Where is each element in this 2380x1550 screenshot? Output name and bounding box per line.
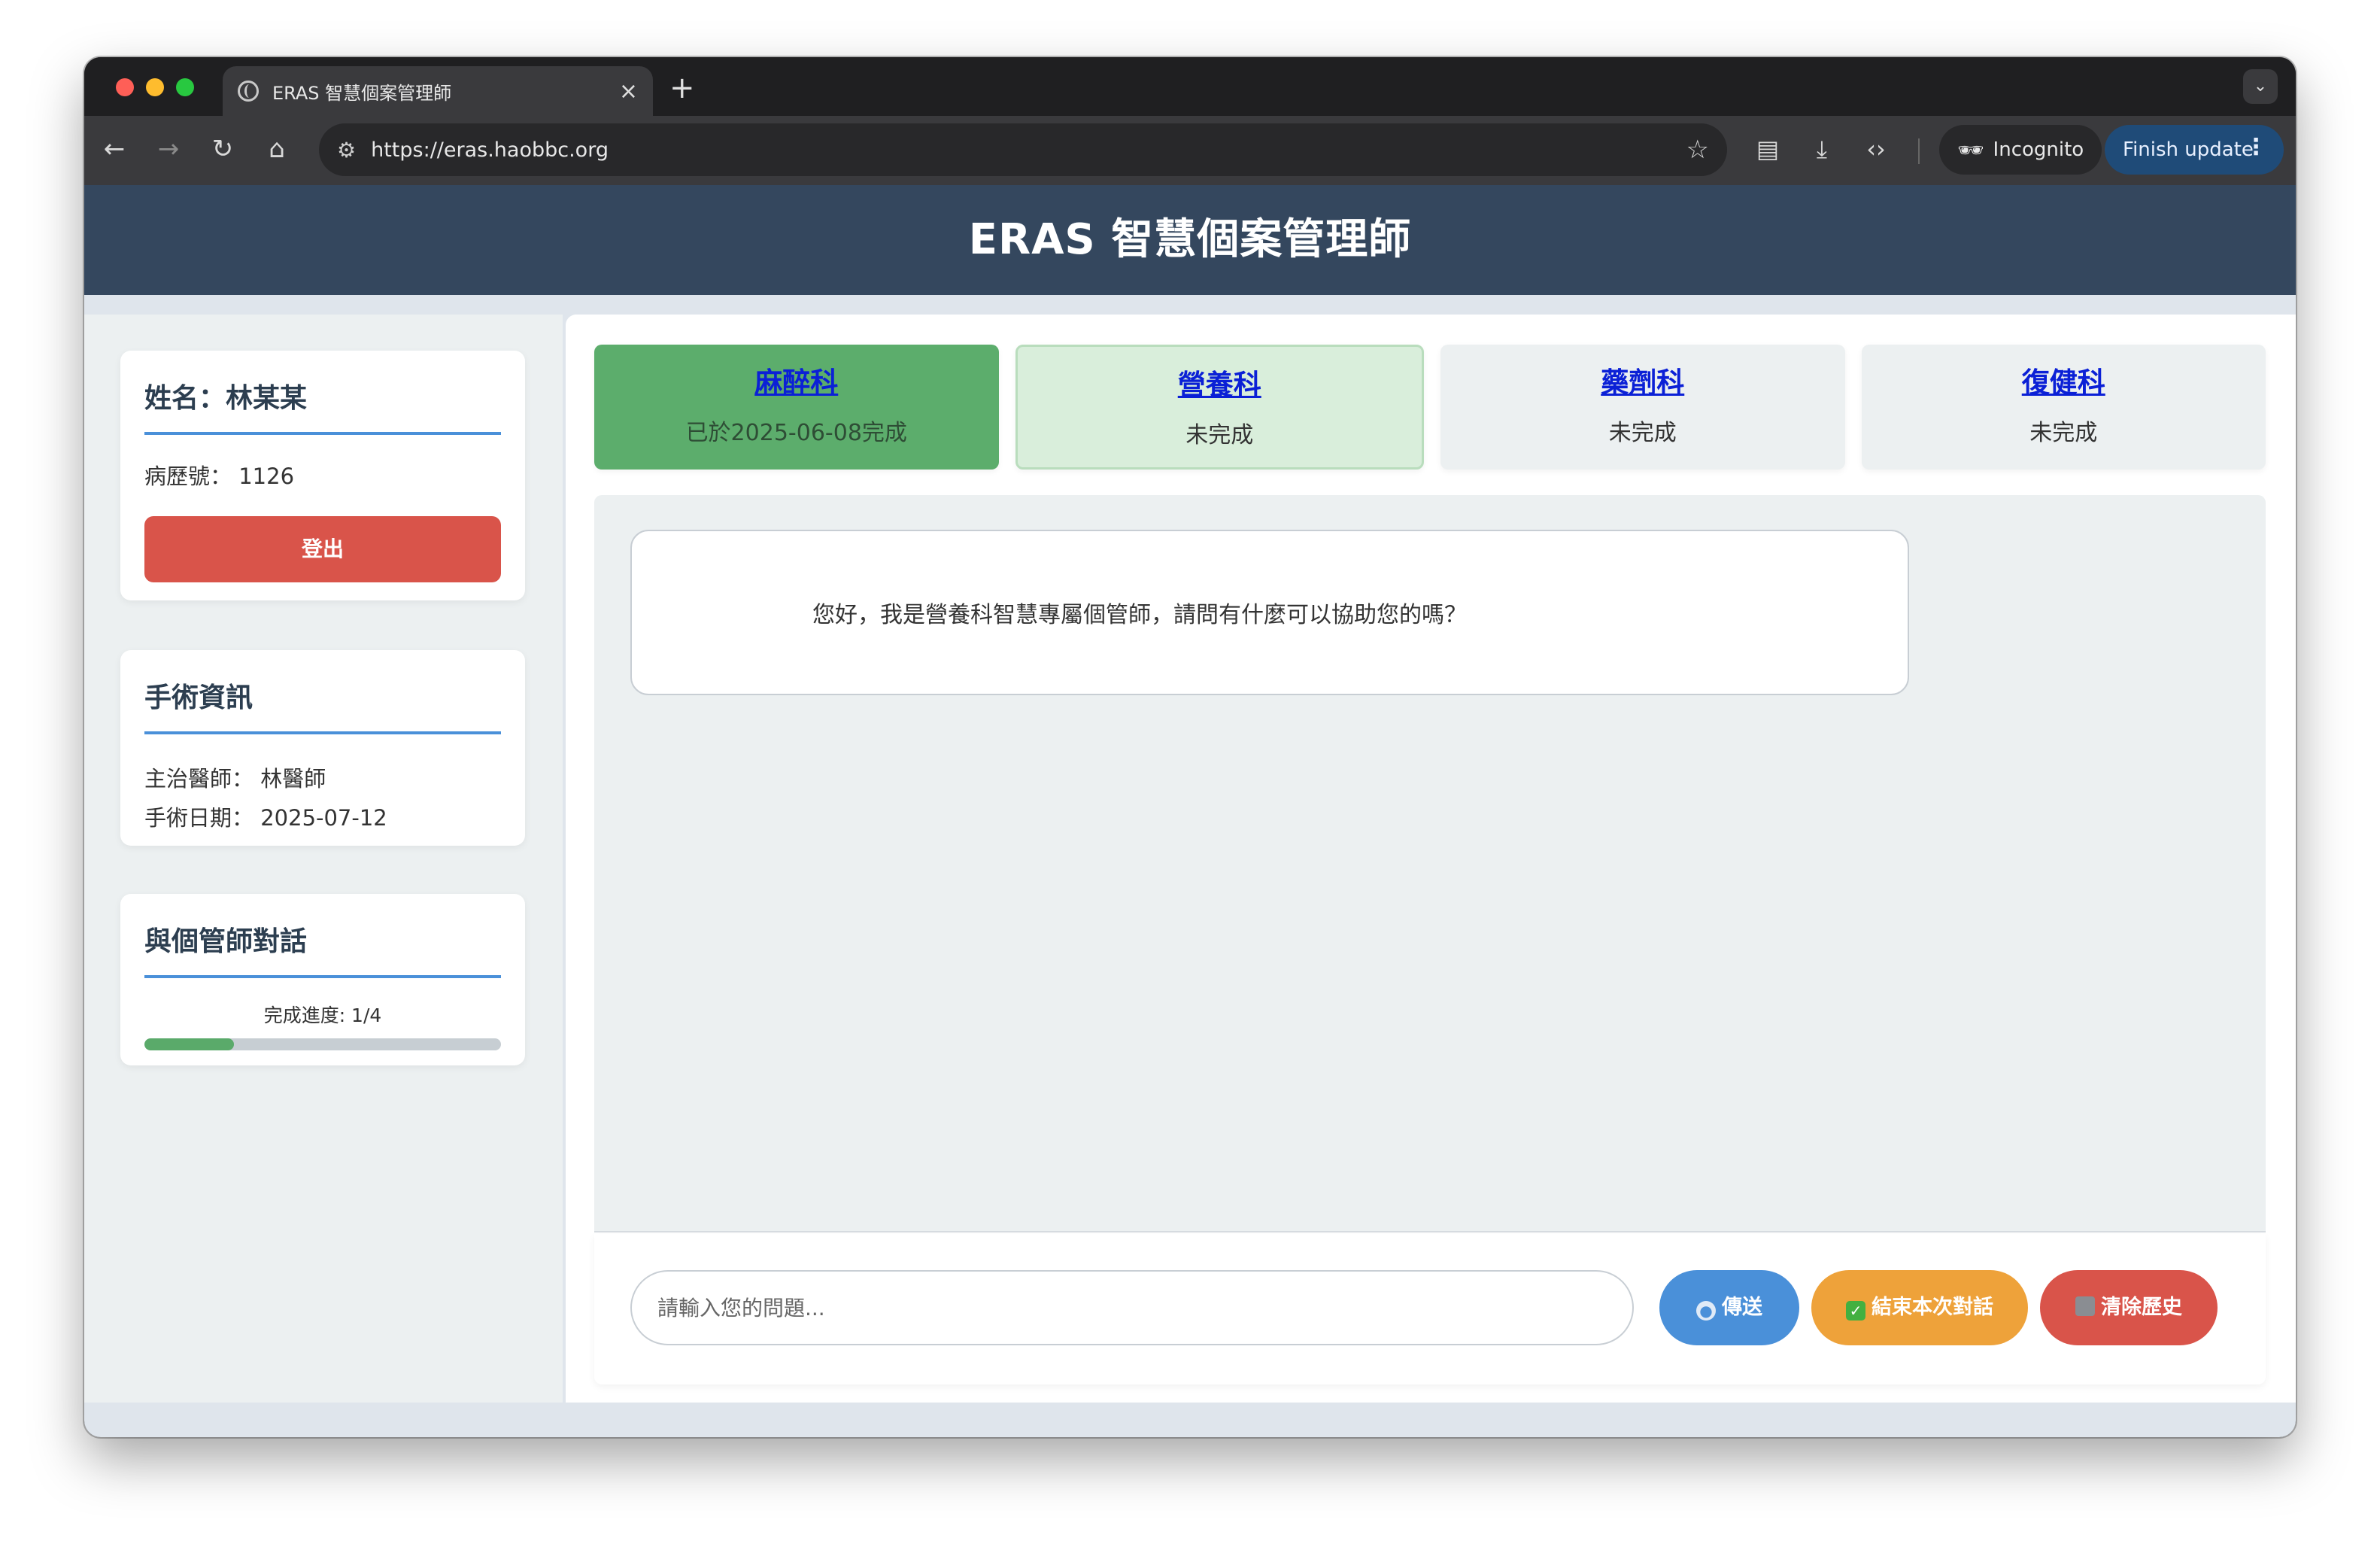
zoom-window-button[interactable] (176, 78, 194, 96)
minimize-window-button[interactable] (146, 78, 164, 96)
devtools-icon[interactable]: ‹› (1858, 131, 1894, 167)
page: ERAS 智慧個案管理師 姓名：林某某 病歷號： 1126 登出 手術資訊 主治… (84, 185, 2296, 1437)
end-conversation-label: 結束本次對話 (1872, 1296, 1993, 1319)
department-tabs: 麻醉科 已於2025-06-08完成 營養科 未完成 藥劑科 未完成 復健科 未… (594, 345, 2266, 470)
department-link[interactable]: 藥劑科 (1440, 360, 1845, 400)
star-icon[interactable]: ☆ (1686, 135, 1709, 165)
chat-input-bar: ● 傳送 ✓ 結束本次對話 清除歷史 (594, 1234, 2266, 1384)
more-icon: ⋮ (2245, 134, 2267, 160)
toolbar-divider (1918, 138, 1920, 164)
main-panel: 麻醉科 已於2025-06-08完成 營養科 未完成 藥劑科 未完成 復健科 未… (566, 315, 2296, 1403)
conversation-title: 與個管師對話 (144, 919, 501, 978)
close-tab-icon[interactable]: × (619, 78, 638, 105)
browser-window: ERAS 智慧個案管理師 × + ⌄ ← → ↻ ⌂ ⚙ https://era… (84, 57, 2296, 1437)
tune-icon[interactable]: ⚙ (337, 138, 356, 163)
tab-department-anesthesia[interactable]: 麻醉科 已於2025-06-08完成 (594, 345, 999, 470)
department-link[interactable]: 麻醉科 (594, 360, 999, 400)
progress-label: 完成進度: 1/4 (263, 1004, 382, 1026)
browser-toolbar: ← → ↻ ⌂ ⚙ https://eras.haobbc.org ☆ ▤ ⤓ … (84, 116, 2296, 185)
address-bar[interactable]: ⚙ https://eras.haobbc.org ☆ (319, 123, 1727, 176)
progress-fill (144, 1038, 234, 1050)
attending-doctor: 主治醫師： 林醫師 (144, 766, 326, 792)
tab-search-button[interactable]: ⌄ (2243, 69, 2278, 104)
trash-icon (2075, 1296, 2095, 1316)
department-status: 未完成 (1608, 420, 1677, 446)
assistant-message: 您好，我是營養科智慧專屬個管師，請問有什麼可以協助您的嗎？ (630, 530, 1909, 695)
finish-update-button[interactable]: Finish update ⋮ (2105, 125, 2284, 175)
department-status: 未完成 (1185, 422, 1254, 448)
reload-icon[interactable]: ↻ (205, 131, 241, 167)
tab-strip: ERAS 智慧個案管理師 × + ⌄ (84, 57, 2296, 116)
reading-list-icon[interactable]: ▤ (1750, 131, 1786, 167)
medical-record-number: 病歷號： 1126 (144, 463, 295, 489)
tab-department-rehabilitation[interactable]: 復健科 未完成 (1861, 345, 2266, 470)
progress-bar (144, 1038, 501, 1050)
app-header: ERAS 智慧個案管理師 (84, 185, 2296, 295)
finish-update-label: Finish update (2123, 138, 2254, 161)
clear-history-button[interactable]: 清除歷史 (2040, 1270, 2218, 1345)
page-title: ERAS 智慧個案管理師 (968, 215, 1412, 264)
chat-bubble-icon: ● (1696, 1301, 1716, 1321)
sidebar: 姓名：林某某 病歷號： 1126 登出 手術資訊 主治醫師： 林醫師 手術日期：… (84, 315, 563, 1403)
forward-icon[interactable]: → (150, 131, 187, 167)
incognito-icon: 🕶 (1957, 137, 1984, 163)
conversation-card: 與個管師對話 完成進度: 1/4 (120, 894, 525, 1065)
url-text[interactable]: https://eras.haobbc.org (371, 138, 1686, 162)
surgery-date: 手術日期： 2025-07-12 (144, 805, 387, 831)
download-icon[interactable]: ⤓ (1804, 131, 1840, 167)
department-status: 已於2025-06-08完成 (685, 420, 907, 446)
send-label: 傳送 (1722, 1296, 1762, 1319)
clear-history-label: 清除歷史 (2101, 1296, 2182, 1319)
department-link[interactable]: 營養科 (1018, 362, 1422, 403)
home-icon[interactable]: ⌂ (259, 131, 295, 167)
surgery-info-title: 手術資訊 (144, 676, 501, 734)
new-tab-button[interactable]: + (669, 71, 695, 105)
browser-tab[interactable]: ERAS 智慧個案管理師 × (223, 66, 653, 116)
end-conversation-button[interactable]: ✓ 結束本次對話 (1811, 1270, 2028, 1345)
incognito-label: Incognito (1993, 138, 2084, 161)
patient-card: 姓名：林某某 病歷號： 1126 登出 (120, 351, 525, 600)
department-link[interactable]: 復健科 (1862, 360, 2266, 400)
department-status: 未完成 (2029, 420, 2098, 446)
assistant-message-text: 您好，我是營養科智慧專屬個管師，請問有什麼可以協助您的嗎？ (812, 602, 1467, 628)
chat-input[interactable] (630, 1270, 1634, 1345)
tab-title: ERAS 智慧個案管理師 (272, 82, 452, 104)
tab-department-pharmacy[interactable]: 藥劑科 未完成 (1440, 345, 1845, 470)
send-button[interactable]: ● 傳送 (1659, 1270, 1799, 1345)
back-icon[interactable]: ← (96, 131, 132, 167)
close-window-button[interactable] (116, 78, 134, 96)
logout-button[interactable]: 登出 (144, 516, 501, 582)
patient-name: 姓名：林某某 (144, 376, 501, 435)
surgery-info-card: 手術資訊 主治醫師： 林醫師 手術日期： 2025-07-12 (120, 650, 525, 846)
check-icon: ✓ (1846, 1301, 1865, 1321)
chat-history[interactable]: 您好，我是營養科智慧專屬個管師，請問有什麼可以協助您的嗎？ (594, 495, 2266, 1232)
tab-department-nutrition[interactable]: 營養科 未完成 (1015, 345, 1424, 470)
globe-icon (238, 81, 259, 102)
incognito-badge[interactable]: 🕶 Incognito (1939, 125, 2102, 175)
